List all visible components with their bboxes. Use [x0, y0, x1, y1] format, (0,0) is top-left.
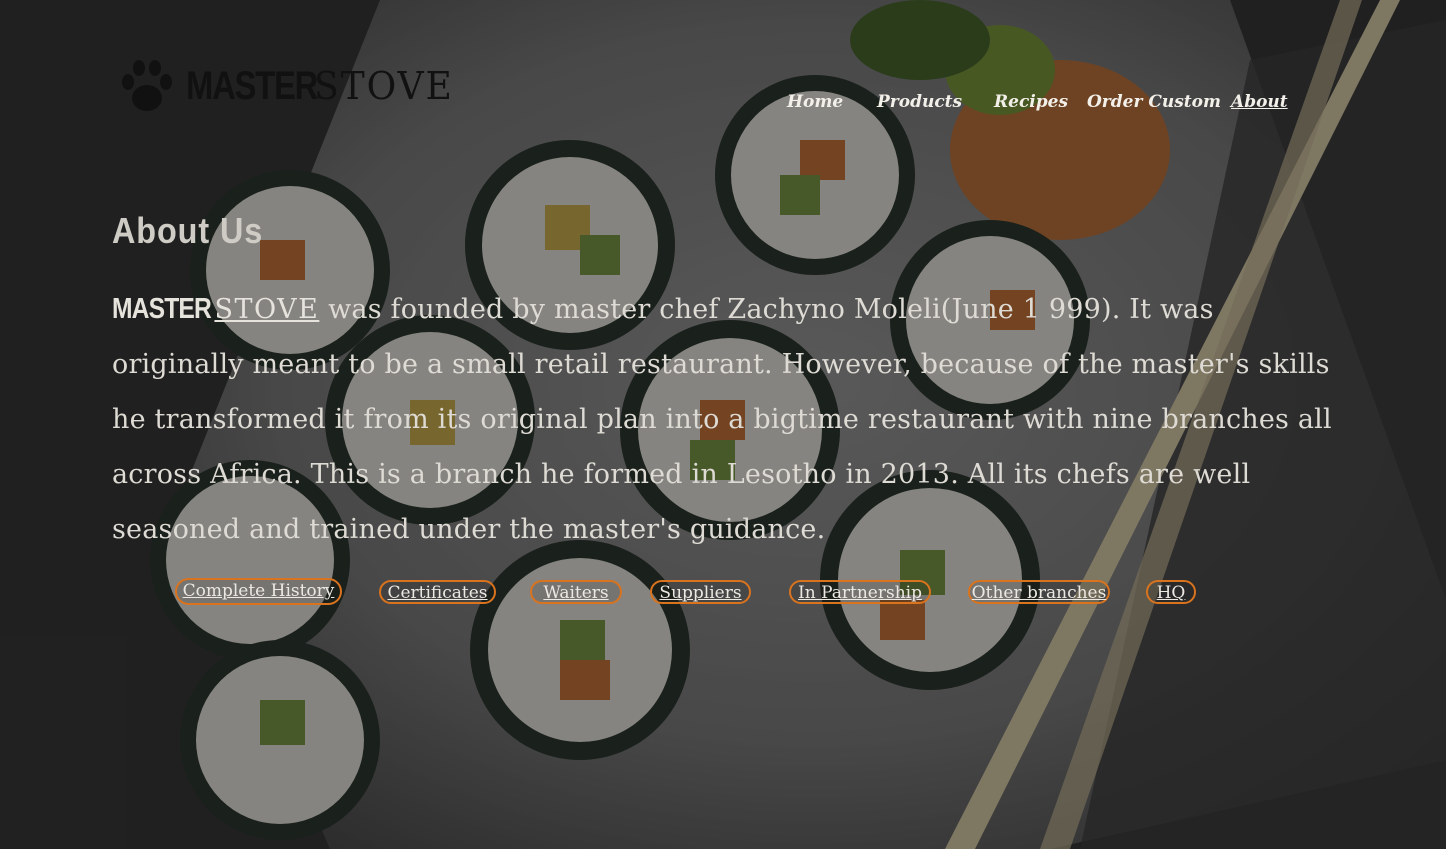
- link-waiters[interactable]: Waiters: [530, 580, 622, 604]
- page-title: About Us: [112, 210, 264, 251]
- brand-link[interactable]: MASTER STOVE: [112, 293, 320, 325]
- brand-link-light: STOVE: [214, 294, 320, 325]
- nav-home[interactable]: Home: [787, 92, 843, 112]
- link-in-partnership[interactable]: In Partnership: [789, 580, 931, 604]
- main-nav: Home Products Recipes Order Custom About: [0, 92, 1446, 118]
- link-suppliers[interactable]: Suppliers: [650, 580, 751, 604]
- nav-about[interactable]: About: [1231, 92, 1288, 112]
- link-other-branches[interactable]: Other branches: [968, 580, 1110, 604]
- brand-link-bold: MASTER: [112, 293, 212, 325]
- link-complete-history[interactable]: Complete History: [175, 578, 342, 605]
- link-certificates[interactable]: Certificates: [379, 580, 496, 604]
- about-paragraph: MASTER STOVE was founded by master chef Z…: [112, 282, 1348, 557]
- nav-products[interactable]: Products: [877, 92, 962, 112]
- nav-recipes[interactable]: Recipes: [994, 92, 1068, 112]
- link-hq[interactable]: HQ: [1146, 580, 1196, 604]
- nav-order-custom[interactable]: Order Custom: [1087, 92, 1221, 112]
- about-body-text: was founded by master chef Zachyno Molel…: [112, 294, 1332, 545]
